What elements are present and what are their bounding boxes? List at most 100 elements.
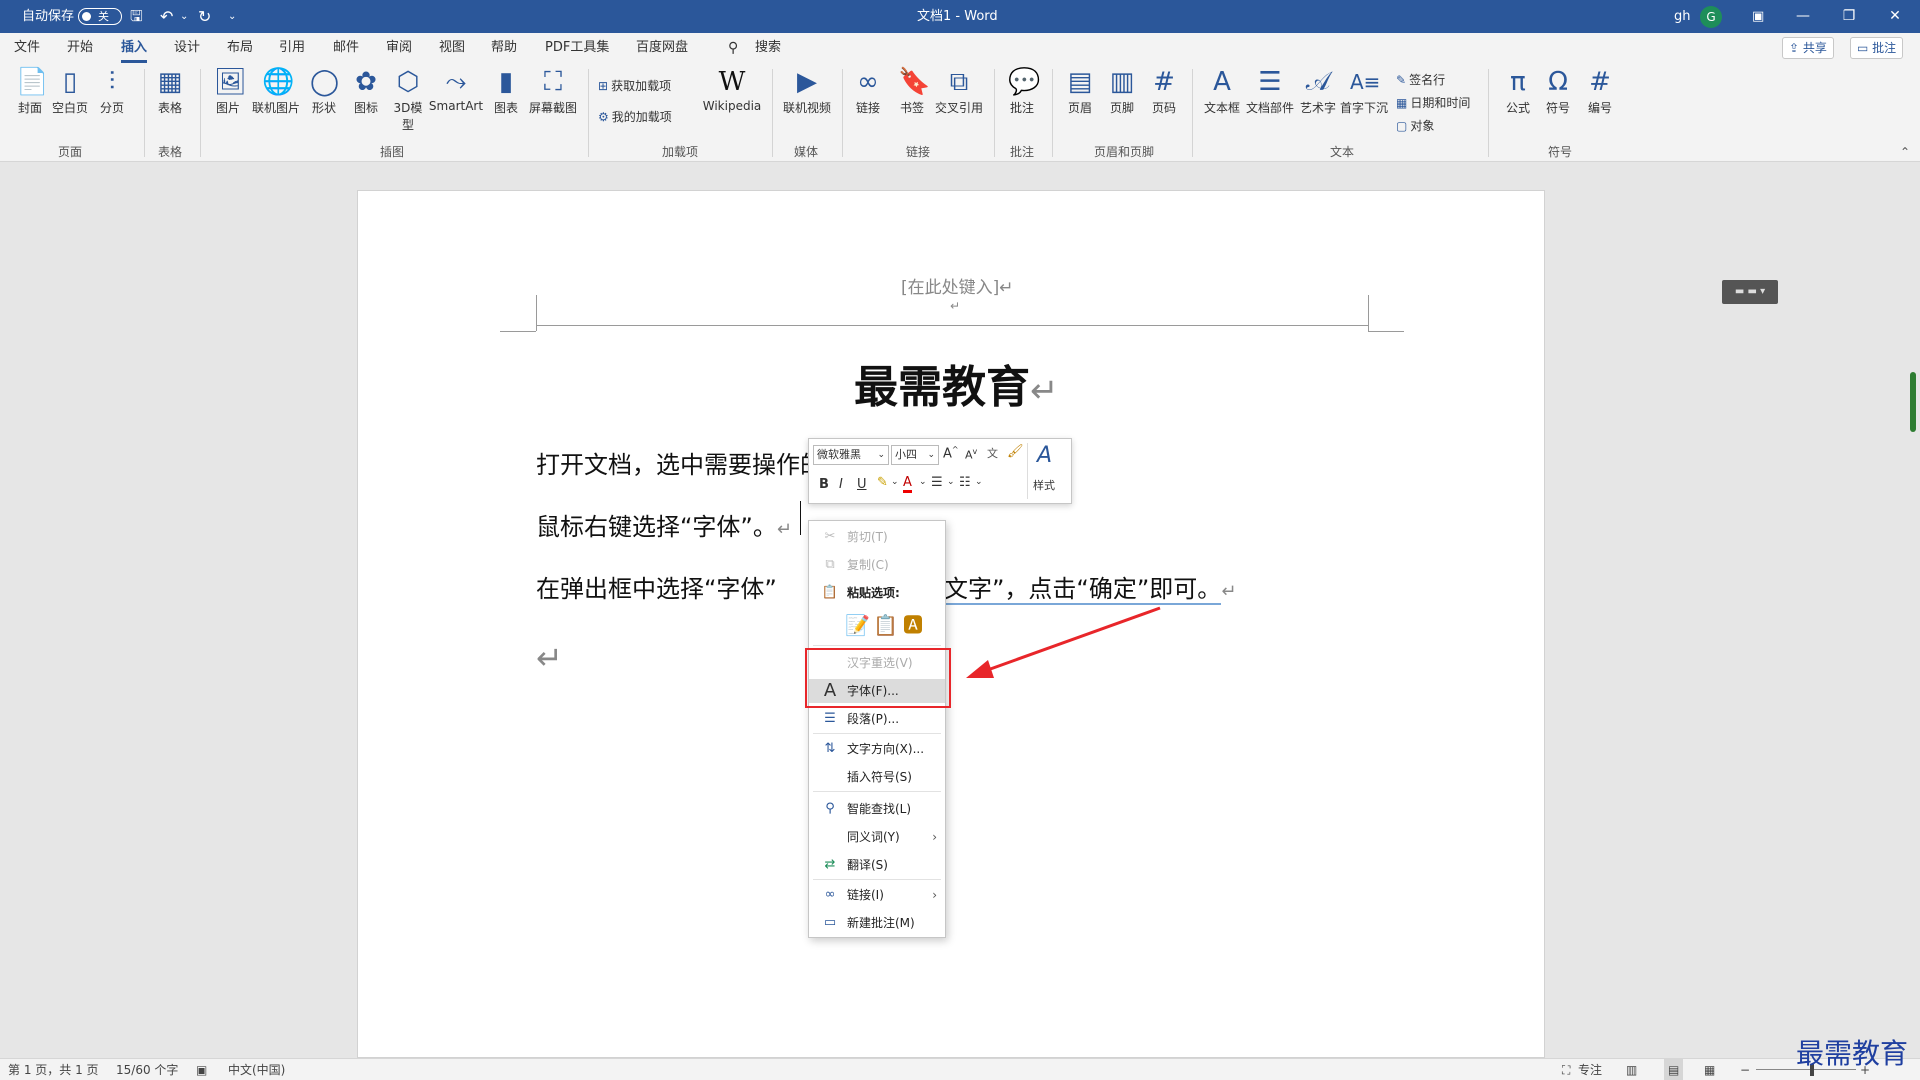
screenshot-button[interactable]: ⛶ 屏幕截图 [526,67,580,116]
tab-home[interactable]: 开始 [67,33,93,63]
proofing-icon[interactable]: ▣ [196,1059,207,1080]
print-layout-icon[interactable]: ▤ [1664,1059,1684,1080]
search-label[interactable]: 搜索 [755,33,781,63]
cross-reference-button[interactable]: ⧉ 交叉引用 [932,67,986,116]
paste-text-only-icon[interactable]: 🅰 [901,613,925,637]
chevron-down-icon[interactable]: ⌄ [891,477,899,487]
page-break-button[interactable]: ⫶ 分页 [94,67,130,116]
object-button[interactable]: ▢ 对象 [1396,117,1434,134]
web-layout-icon[interactable]: ▦ [1704,1059,1715,1080]
cover-page-button[interactable]: 📄 封面 [12,67,48,116]
user-avatar[interactable]: G [1700,6,1722,28]
bold-button[interactable]: B [819,477,829,492]
highlight-icon[interactable]: ✎ [877,475,888,490]
wordart-button[interactable]: 𝒜 艺术字 [1296,67,1340,116]
bullets-icon[interactable]: ☰ [931,475,943,490]
tab-pdf-tools[interactable]: PDF工具集 [545,33,609,63]
signature-line-button[interactable]: ✎ 签名行 [1396,71,1445,88]
menu-item-link[interactable]: ∞ 链接(I) › [809,883,945,907]
paste-merge-formatting-icon[interactable]: 📋 [873,613,898,637]
restore-button[interactable]: ❐ [1826,0,1872,33]
bookmark-button[interactable]: 🔖 书签 [894,67,930,116]
font-color-icon[interactable]: A [903,475,912,493]
document-page[interactable]: [在此处键入]↵ ↵ 最需教育↵ 打开文档，选中需要操作的 鼠标右键选择“字体”… [357,190,1545,1058]
word-count[interactable]: 15/60 个字 [116,1059,178,1080]
autosave-toggle[interactable]: 关 [78,8,122,25]
redo-icon[interactable]: ↻ [198,0,211,33]
icons-button[interactable]: ✿ 图标 [348,67,384,116]
equation-button[interactable]: π 公式 [1500,67,1536,116]
3d-models-button[interactable]: ⬡ 3D模型 [388,67,428,133]
chart-button[interactable]: ▮ 图表 [488,67,524,116]
tab-file[interactable]: 文件 [14,33,40,63]
shrink-font-button[interactable]: Av [965,447,977,462]
paragraph-3-start[interactable]: 在弹出框中选择“字体” [536,569,777,604]
scrollbar-thumb[interactable] [1910,372,1916,432]
smartart-button[interactable]: ⤳ SmartArt [428,67,484,113]
header-button[interactable]: ▤ 页眉 [1062,67,1098,116]
close-button[interactable]: ✕ [1872,0,1918,33]
table-button[interactable]: ▦ 表格 [152,67,188,116]
chevron-down-icon[interactable]: ⌄ [919,477,927,487]
menu-item-insert-symbol[interactable]: 插入符号(S) [809,765,945,789]
date-time-button[interactable]: ▦ 日期和时间 [1396,94,1470,111]
font-size-box[interactable]: 小四 ⌄ [891,445,939,465]
tab-insert[interactable]: 插入 [121,33,148,63]
comment-button[interactable]: 💬 批注 [1004,67,1040,116]
menu-item-new-comment[interactable]: ▭ 新建批注(M) [809,911,945,935]
quick-parts-button[interactable]: ☰ 文档部件 [1244,67,1296,116]
paragraph-3-end[interactable]: 文字”，点击“确定”即可。↵ [944,569,1236,605]
paragraph-1[interactable]: 打开文档，选中需要操作的 [536,445,824,480]
chevron-down-icon[interactable]: ⌄ [947,477,955,487]
paragraph-2[interactable]: 鼠标右键选择“字体”。↵ [536,507,792,542]
tab-view[interactable]: 视图 [439,33,465,63]
symbol-button[interactable]: Ω 符号 [1540,67,1576,116]
focus-icon[interactable]: ⛶ [1562,1059,1570,1080]
my-addins-button[interactable]: ⚙ 我的加载项 [598,108,672,125]
user-name[interactable]: gh [1674,0,1691,33]
numbering-icon[interactable]: ☷ [959,475,971,490]
wikipedia-button[interactable]: W Wikipedia [700,67,764,113]
language[interactable]: 中文(中国) [228,1059,285,1080]
text-box-button[interactable]: A 文本框 [1200,67,1244,116]
chevron-down-icon[interactable]: ⌄ [975,477,983,487]
page-count[interactable]: 第 1 页，共 1 页 [8,1059,99,1080]
document-title[interactable]: 最需教育↵ [854,351,1059,415]
underline-button[interactable]: U [857,477,867,492]
menu-item-cut[interactable]: ✂ 剪切(T) [809,525,945,549]
read-mode-icon[interactable]: ▥ [1626,1059,1637,1080]
tab-help[interactable]: 帮助 [491,33,517,63]
menu-item-text-direction[interactable]: ⇅ 文字方向(X)... [809,737,945,761]
collapse-ribbon-icon[interactable]: ⌃ [1900,145,1910,159]
header-placeholder[interactable]: [在此处键入]↵ [901,273,1014,298]
floating-widget[interactable]: ▬ ▬ ▾ [1722,280,1778,304]
tab-references[interactable]: 引用 [279,33,305,63]
menu-item-paragraph[interactable]: ☰ 段落(P)... [809,707,945,731]
font-name-box[interactable]: 微软雅黑 ⌄ [813,445,889,465]
menu-item-smart-lookup[interactable]: ⚲ 智能查找(L) [809,797,945,821]
link-button[interactable]: ∞ 链接 [850,67,886,116]
customize-qat-icon[interactable]: ⌄ [228,0,236,33]
menu-item-synonyms[interactable]: 同义词(Y) › [809,825,945,849]
italic-button[interactable]: I [839,477,843,492]
minimize-button[interactable]: — [1780,0,1826,33]
online-pictures-button[interactable]: 🌐 联机图片 [250,67,302,116]
pictures-button[interactable]: 🖼 图片 [210,67,247,116]
blank-page-button[interactable]: ▯ 空白页 [50,67,90,116]
page-number-button[interactable]: # 页码 [1146,67,1182,116]
comments-button[interactable]: ▭ 批注 [1850,37,1904,59]
tab-design[interactable]: 设计 [174,33,200,63]
paste-keep-formatting-icon[interactable]: 📝 [845,613,870,637]
save-icon[interactable]: 🖫 [130,0,143,33]
tab-layout[interactable]: 布局 [227,33,253,63]
undo-dropdown-icon[interactable]: ⌄ [180,0,188,33]
drop-cap-button[interactable]: A≡ 首字下沉 [1338,67,1390,116]
styles-label[interactable]: 样式 [1033,477,1055,493]
styles-icon[interactable]: A [1037,443,1052,468]
tab-review[interactable]: 审阅 [386,33,412,63]
get-addins-button[interactable]: ⊞ 获取加载项 [598,77,671,94]
footer-button[interactable]: ▥ 页脚 [1104,67,1140,116]
focus-mode[interactable]: 专注 [1578,1059,1602,1080]
phonetic-guide-icon[interactable]: 文 [987,445,998,461]
undo-icon[interactable]: ↶ [160,0,173,33]
